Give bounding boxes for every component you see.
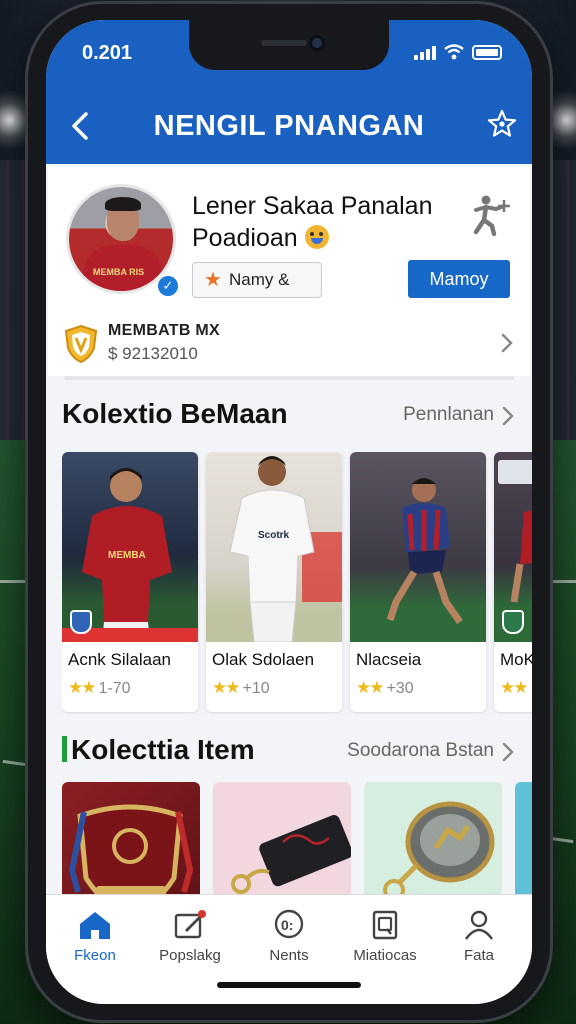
items-section-link[interactable]: Soodarona Bstan <box>347 740 494 762</box>
chevron-right-icon[interactable] <box>502 742 514 762</box>
tab-label: Fata <box>463 947 494 964</box>
team-badge-icon <box>70 610 92 634</box>
player-card[interactable]: Scotrk Olak Sdolaen ★★ +10 <box>206 452 342 712</box>
speaker-grille <box>261 40 307 46</box>
status-time: 0.201 <box>82 42 133 64</box>
player-figure <box>386 478 463 625</box>
player-photo: Scotrk <box>206 452 342 642</box>
player-card[interactable]: Nlacseia ★★ +30 <box>350 452 486 712</box>
phone-screen: 0.201 NENGIL PNANGAN MEMBA RIS ✓ Lener S… <box>46 20 532 1004</box>
player-rating: ★★ +30 <box>356 678 414 698</box>
tab-label: Fkeon <box>74 947 116 964</box>
players-section-header: Kolextio BeMaan Pennlanan <box>46 394 532 434</box>
edit-icon <box>174 910 206 939</box>
player-action-icon[interactable] <box>462 192 510 240</box>
divider <box>64 376 514 380</box>
profile-icon <box>465 910 493 940</box>
avatar-hair <box>105 197 141 211</box>
tag-label: Namy & <box>229 270 290 289</box>
rating-stars-icon: ★★ <box>212 678 241 697</box>
profile-card: MEMBA RIS ✓ Lener Sakaa Panalan Poadioan… <box>48 166 530 376</box>
svg-text:Scotrk: Scotrk <box>258 530 290 541</box>
player-rating: ★★ +10 <box>212 678 270 698</box>
player-figure: Scotrk <box>229 456 342 642</box>
tab-profile[interactable]: Fata <box>436 909 522 964</box>
front-camera <box>309 35 325 51</box>
player-name: Nlacseia <box>356 650 422 669</box>
primary-action-button[interactable]: Mamoy <box>408 260 510 298</box>
svg-text:MEMBA: MEMBA <box>108 550 146 561</box>
tab-label: Nents <box>269 947 309 964</box>
rating-value: +30 <box>386 680 414 697</box>
rating-value: +10 <box>242 680 270 697</box>
verified-check-icon: ✓ <box>156 274 180 298</box>
status-icons <box>414 44 502 60</box>
profile-name-line2: Poadioan <box>192 224 298 252</box>
membership-title: MEMBATB MX <box>108 322 221 339</box>
wifi-icon <box>444 44 464 60</box>
players-section-title: Kolextio BeMaan <box>62 398 288 429</box>
player-card[interactable]: MoKa ★★ <box>494 452 532 712</box>
items-section-title-text: Kolecttia Item <box>71 734 255 765</box>
app-header: NENGIL PNANGAN <box>46 86 532 164</box>
tab-documents[interactable]: Miatiocas <box>342 909 428 964</box>
player-rating: ★★ <box>500 678 530 698</box>
page-title: NENGIL PNANGAN <box>153 110 425 142</box>
home-indicator[interactable] <box>217 982 361 988</box>
tab-edit[interactable]: Popslakg <box>147 909 233 964</box>
players-section-link[interactable]: Pennlanan <box>403 404 494 426</box>
items-section-title: Kolecttia Item <box>62 734 255 766</box>
player-photo <box>494 452 532 642</box>
notch <box>189 20 389 70</box>
accent-bar <box>62 736 67 762</box>
player-card-list: MEMBA Acnk Silalaan ★★ 1-70 Scotrk Olak … <box>62 452 532 714</box>
membership-row[interactable]: MEMBATB MX $ 92132010 <box>62 318 518 368</box>
tab-chat[interactable]: 0: Nents <box>246 909 332 964</box>
items-section-header: Kolecttia Item Soodarona Bstan <box>46 730 532 770</box>
rating-value: 1-70 <box>98 680 131 697</box>
rating-stars-icon: ★★ <box>68 678 97 697</box>
player-name: Olak Sdolaen <box>212 650 315 669</box>
rating-stars-icon: ★★ <box>356 678 385 697</box>
player-rating: ★★ 1-70 <box>68 678 131 698</box>
player-name: Acnk Silalaan <box>68 650 172 669</box>
star-icon: ★ <box>204 269 222 291</box>
tab-label: Miatiocas <box>353 947 417 964</box>
phone-frame: 0.201 NENGIL PNANGAN MEMBA RIS ✓ Lener S… <box>28 4 550 1020</box>
player-photo: MEMBA <box>62 452 198 642</box>
battery-icon <box>472 45 502 60</box>
player-name: MoKa <box>500 650 532 669</box>
tag-chip[interactable]: ★ Namy & <box>192 262 322 298</box>
main-content: MEMBA RIS ✓ Lener Sakaa Panalan Poadioan… <box>46 164 532 922</box>
emoji-icon <box>304 225 329 249</box>
chevron-right-icon[interactable] <box>502 406 514 426</box>
profile-name: Lener Sakaa Panalan Poadioan <box>192 190 452 254</box>
rating-stars-icon: ★★ <box>500 678 529 697</box>
document-icon <box>372 910 398 940</box>
shield-icon <box>64 324 98 364</box>
star-badge-icon[interactable] <box>486 108 518 140</box>
team-badge-icon <box>502 610 524 634</box>
player-photo <box>350 452 486 642</box>
profile-name-line1: Lener Sakaa Panalan <box>192 192 433 220</box>
svg-text:0:: 0: <box>281 917 293 933</box>
membership-value: $ 92132010 <box>108 344 198 363</box>
tab-home[interactable]: Fkeon <box>52 909 138 964</box>
chat-icon: 0: <box>274 909 304 939</box>
signal-icon <box>414 44 436 60</box>
player-card[interactable]: MEMBA Acnk Silalaan ★★ 1-70 <box>62 452 198 712</box>
home-icon <box>80 912 110 939</box>
avatar-shirt-text: MEMBA RIS <box>93 267 145 277</box>
tab-label: Popslakg <box>159 947 221 964</box>
chevron-right-icon <box>501 333 513 353</box>
